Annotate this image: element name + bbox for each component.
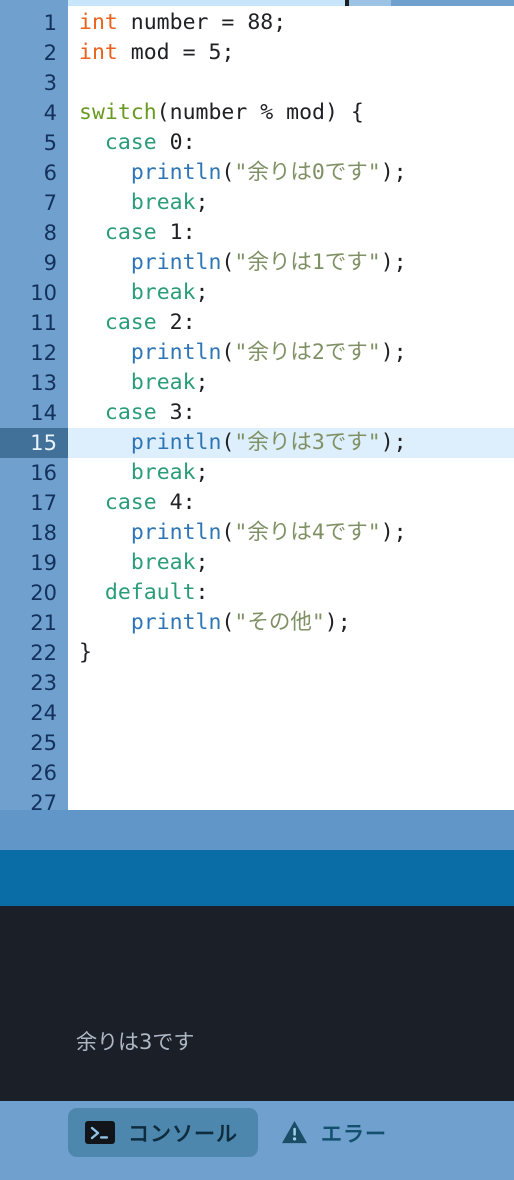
code-area[interactable]: int number = 88; int mod = 5; switch(numb… [68,6,514,810]
line-number[interactable]: 15 [0,428,68,458]
line-number[interactable]: 2 [0,38,68,68]
code-line[interactable]: break; [68,458,514,488]
code-line[interactable] [68,728,514,758]
code-line[interactable]: println("その他"); [68,608,514,638]
code-line[interactable]: break; [68,368,514,398]
line-number[interactable]: 21 [0,608,68,638]
code-line[interactable]: case 3: [68,398,514,428]
code-line[interactable]: break; [68,278,514,308]
code-line[interactable] [68,698,514,728]
code-line[interactable]: case 0: [68,128,514,158]
code-line[interactable]: default: [68,578,514,608]
code-line[interactable] [68,668,514,698]
code-line[interactable]: case 2: [68,308,514,338]
code-editor[interactable]: 1 2 3 4 5 6 7 8 9 10 11 12 13 14 15 16 17 18 19 20 21 22 23 24 2… [0,6,514,810]
bottom-safe-area [0,1164,514,1180]
code-line[interactable]: println("余りは1です"); [68,248,514,278]
console-output-panel[interactable]: 余りは3です [0,906,514,1101]
code-line[interactable]: int mod = 5; [68,38,514,68]
line-number[interactable]: 3 [0,68,68,98]
line-number[interactable]: 20 [0,578,68,608]
code-line[interactable]: break; [68,188,514,218]
line-number[interactable]: 10 [0,278,68,308]
code-line[interactable]: } [68,638,514,668]
line-number[interactable]: 24 [0,698,68,728]
line-number[interactable]: 14 [0,398,68,428]
console-output-line: 余りは3です [76,1030,195,1054]
line-number[interactable]: 23 [0,668,68,698]
toolbar-band [0,850,514,906]
bottom-tab-bar: コンソール エラー [0,1101,514,1164]
line-number[interactable]: 9 [0,248,68,278]
line-number[interactable]: 11 [0,308,68,338]
line-number[interactable]: 5 [0,128,68,158]
line-number-gutter: 1 2 3 4 5 6 7 8 9 10 11 12 13 14 15 16 17 18 19 20 21 22 23 24 2… [0,6,68,810]
line-number[interactable]: 6 [0,158,68,188]
ide-app: 1 2 3 4 5 6 7 8 9 10 11 12 13 14 15 16 17 18 19 20 21 22 23 24 2… [0,0,514,1180]
tab-console[interactable]: コンソール [68,1108,258,1157]
tab-label: コンソール [128,1121,238,1146]
code-line[interactable]: switch(number % mod) { [68,98,514,128]
line-number[interactable]: 13 [0,368,68,398]
code-line[interactable]: int number = 88; [68,8,514,38]
line-number[interactable]: 25 [0,728,68,758]
warning-triangle-icon [281,1120,308,1145]
line-number[interactable]: 4 [0,98,68,128]
line-number[interactable]: 27 [0,788,68,810]
line-number[interactable]: 12 [0,338,68,368]
line-number[interactable]: 8 [0,218,68,248]
line-number[interactable]: 18 [0,518,68,548]
line-number[interactable]: 16 [0,458,68,488]
code-line[interactable]: case 1: [68,218,514,248]
code-line[interactable] [68,68,514,98]
code-line[interactable]: println("余りは4です"); [68,518,514,548]
code-line[interactable]: println("余りは2です"); [68,338,514,368]
line-number[interactable]: 1 [0,8,68,38]
code-line[interactable]: println("余りは0です"); [68,158,514,188]
line-number[interactable]: 22 [0,638,68,668]
line-number[interactable]: 19 [0,548,68,578]
tab-error[interactable]: エラー [264,1108,407,1157]
tab-label: エラー [321,1121,387,1146]
code-line[interactable] [68,788,514,810]
code-line[interactable]: break; [68,548,514,578]
code-line[interactable]: println("余りは3です"); [68,428,514,458]
terminal-icon [85,1121,115,1144]
line-number[interactable]: 17 [0,488,68,518]
line-number[interactable]: 7 [0,188,68,218]
code-line[interactable] [68,758,514,788]
line-number[interactable]: 26 [0,758,68,788]
code-line[interactable]: case 4: [68,488,514,518]
editor-bottom-band [0,810,514,850]
